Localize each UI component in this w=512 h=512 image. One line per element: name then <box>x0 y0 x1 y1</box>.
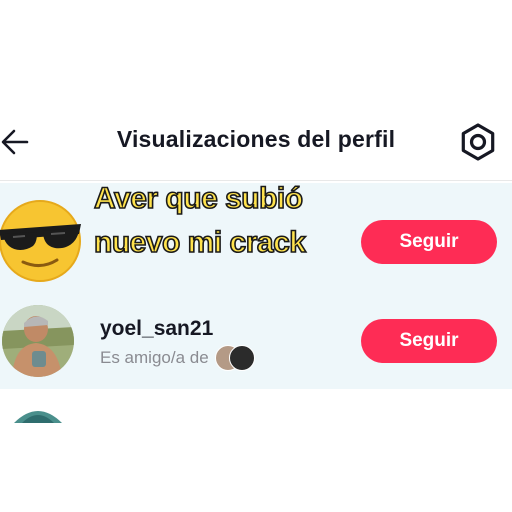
follow-button[interactable]: Seguir <box>361 319 497 363</box>
username[interactable]: yoel_san21 <box>100 317 213 341</box>
page-title: Visualizaciones del perfil <box>116 126 396 152</box>
overlay-caption: Aver que subió nuevo mi crack <box>93 181 307 260</box>
gear-icon[interactable] <box>458 122 498 162</box>
follow-button[interactable]: Seguir <box>361 220 497 264</box>
mutual-avatars <box>214 345 259 371</box>
sunglasses-emoji-icon <box>0 200 81 282</box>
list-item[interactable]: Aver que subió nuevo mi crack Seguir <box>0 181 512 283</box>
avatar[interactable] <box>14 403 62 423</box>
mini-avatar <box>228 345 255 371</box>
mutual-friends-label: Es amigo/a de <box>100 348 209 367</box>
top-bar: Visualizaciones del perfil <box>0 110 512 174</box>
avatar[interactable] <box>2 305 74 377</box>
mutual-friends: Es amigo/a de <box>100 345 259 371</box>
